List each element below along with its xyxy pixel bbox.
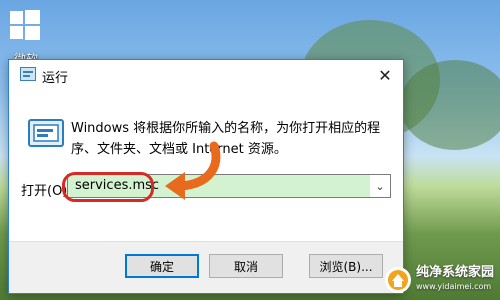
run-icon — [20, 67, 36, 81]
dropdown-button[interactable]: ⌄ — [370, 175, 390, 197]
ok-button[interactable]: 确定 — [125, 254, 199, 278]
open-combobox[interactable]: services.msc ⌄ — [67, 174, 391, 198]
cancel-button[interactable]: 取消 — [209, 254, 283, 278]
browse-button[interactable]: 浏览(B)... — [309, 254, 383, 278]
title-bar[interactable]: 运行 ✕ — [9, 60, 403, 90]
dialog-description: Windows 将根据你所输入的名称，为你打开相应的程序、文件夹、文档或 Int… — [71, 121, 381, 157]
open-input[interactable]: services.msc — [75, 178, 159, 193]
watermark-text: 纯净系统家园 www.yidaimei.com — [416, 266, 494, 294]
open-label: 打开(O): — [21, 184, 72, 199]
watermark-logo-icon — [384, 267, 411, 293]
dialog-footer: 确定 取消 浏览(B)... — [9, 241, 403, 293]
watermark-title: 纯净系统家园 — [415, 265, 494, 280]
dialog-title: 运行 — [42, 71, 69, 86]
chevron-down-icon: ⌄ — [375, 179, 385, 193]
close-button[interactable]: ✕ — [367, 60, 403, 90]
windows-logo-icon[interactable] — [8, 8, 42, 42]
site-watermark: 纯净系统家园 www.yidaimei.com — [384, 266, 494, 294]
run-dialog: 运行 ✕ Windows 将根据你所输入的名称，为你打开相应的程序、文件夹、文档… — [8, 59, 404, 294]
curved-arrow-icon — [165, 141, 221, 200]
close-icon: ✕ — [378, 65, 392, 85]
desktop-tree-shape — [400, 60, 500, 150]
watermark-url: www.yidaimei.com — [415, 282, 492, 291]
run-icon — [28, 119, 64, 147]
